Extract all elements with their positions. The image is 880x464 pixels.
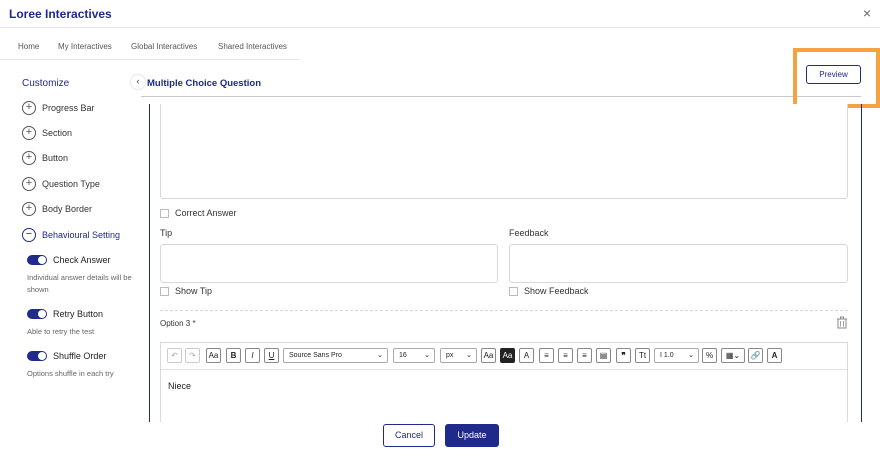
update-button[interactable]: Update	[445, 424, 499, 447]
table-icon[interactable]: ▦⌄	[721, 348, 745, 363]
nav-tabs: Home My Interactives Global Interactives…	[0, 28, 300, 60]
show-tip-label: Show Tip	[175, 286, 213, 296]
bullet-list-icon[interactable]: ≡	[539, 348, 554, 363]
italic-icon[interactable]: I	[245, 348, 260, 363]
toggle-description: Options shuffle in each try	[27, 369, 114, 378]
toggle-label: Retry Button	[53, 309, 104, 319]
correct-answer-row: Correct Answer	[160, 208, 237, 218]
tab-shared-interactives[interactable]: Shared Interactives	[218, 42, 287, 51]
sidebar-item-behavioural-setting[interactable]: − Behavioural Setting	[22, 227, 120, 243]
font-size-value: 16	[399, 352, 407, 359]
unit-value: px	[446, 352, 454, 359]
sidebar-item-label: Question Type	[42, 179, 100, 189]
retry-button-toggle-row: Retry Button	[27, 309, 103, 319]
customize-sidebar: Customize ‹ + Progress Bar + Section + B…	[0, 60, 145, 420]
numbered-list-icon[interactable]: ≡	[558, 348, 573, 363]
preview-button[interactable]: Preview	[806, 65, 861, 84]
show-feedback-checkbox[interactable]	[509, 286, 518, 296]
plus-circle-icon: +	[22, 126, 36, 140]
line-height-value: 1.0	[663, 352, 674, 359]
link-icon[interactable]: 🔗	[748, 348, 763, 363]
highlight-color-icon[interactable]: Aa	[500, 348, 515, 363]
shuffle-order-toggle-row: Shuffle Order	[27, 351, 106, 361]
chevron-down-icon: ⌄	[424, 352, 430, 359]
show-tip-row: Show Tip	[160, 286, 212, 296]
format-painter-icon[interactable]: A	[767, 348, 782, 363]
chevron-down-icon: ⌄	[688, 352, 694, 359]
text-transform-icon[interactable]: Tt	[635, 348, 650, 363]
quote-icon[interactable]: ❞	[616, 348, 631, 363]
option-separator	[160, 310, 848, 311]
close-icon[interactable]: ×	[863, 5, 871, 21]
plus-circle-icon: +	[22, 202, 36, 216]
redo-icon[interactable]: ↷	[185, 348, 200, 363]
font-size-select[interactable]: 16 ⌄	[393, 348, 435, 363]
correct-answer-checkbox[interactable]	[160, 208, 169, 218]
feedback-input[interactable]	[509, 244, 848, 283]
bold-icon[interactable]: B	[226, 348, 241, 363]
tab-global-interactives[interactable]: Global Interactives	[131, 42, 197, 51]
underline-icon[interactable]: U	[264, 348, 279, 363]
block-format-icon[interactable]: ▤	[596, 348, 611, 363]
sidebar-item-section[interactable]: + Section	[22, 125, 72, 141]
font-case-icon[interactable]: Aa	[206, 348, 221, 363]
font-family-select[interactable]: Source Sans Pro ⌄	[283, 348, 388, 363]
unit-select[interactable]: px ⌄	[440, 348, 477, 363]
plus-circle-icon: +	[22, 177, 36, 191]
minus-circle-icon: −	[22, 228, 36, 242]
align-icon[interactable]: ≡	[577, 348, 592, 363]
app-title: Loree Interactives	[9, 7, 112, 21]
tab-home[interactable]: Home	[18, 42, 39, 51]
toggle-label: Shuffle Order	[53, 351, 107, 361]
special-char-icon[interactable]: %	[702, 348, 717, 363]
toggle-description: Able to retry the test	[27, 327, 95, 336]
line-height-select[interactable]: I 1.0 ⌄	[654, 348, 699, 363]
correct-answer-label: Correct Answer	[175, 208, 237, 218]
sidebar-item-progress-bar[interactable]: + Progress Bar	[22, 100, 95, 116]
undo-icon[interactable]: ↶	[167, 348, 182, 363]
editor-toolbar: ↶ ↷ Aa B I U Source Sans Pro ⌄ 16 ⌄ px ⌄ Aa…	[161, 343, 847, 370]
plus-circle-icon: +	[22, 151, 36, 165]
question-text-area[interactable]	[160, 104, 848, 199]
check-answer-toggle-row: Check Answer	[27, 255, 111, 265]
toggle-description: Individual answer details will be shown	[27, 273, 132, 294]
show-tip-checkbox[interactable]	[160, 286, 169, 296]
tip-label: Tip	[160, 228, 173, 238]
clear-format-icon[interactable]: A	[519, 348, 534, 363]
shuffle-order-toggle[interactable]	[27, 351, 47, 361]
check-answer-toggle[interactable]	[27, 255, 47, 265]
show-feedback-row: Show Feedback	[509, 286, 589, 296]
sidebar-item-label: Body Border	[42, 204, 93, 214]
option-editor: ↶ ↷ Aa B I U Source Sans Pro ⌄ 16 ⌄ px ⌄ Aa…	[160, 342, 848, 422]
chevron-down-icon: ⌄	[466, 352, 472, 359]
toggle-label: Check Answer	[53, 255, 111, 265]
sidebar-item-label: Behavioural Setting	[42, 230, 121, 240]
cancel-button[interactable]: Cancel	[383, 424, 435, 447]
retry-button-toggle[interactable]	[27, 309, 47, 319]
sidebar-item-button[interactable]: + Button	[22, 150, 68, 166]
font-family-value: Source Sans Pro	[289, 352, 342, 359]
option-label: Option 3 *	[160, 319, 196, 328]
sidebar-item-question-type[interactable]: + Question Type	[22, 176, 100, 192]
trash-icon[interactable]	[836, 316, 848, 334]
text-color-icon[interactable]: Aa	[481, 348, 496, 363]
feedback-label: Feedback	[509, 228, 549, 238]
plus-circle-icon: +	[22, 101, 36, 115]
title-bar: Loree Interactives ×	[0, 0, 880, 28]
editor-content[interactable]: Niece	[168, 381, 191, 391]
show-feedback-label: Show Feedback	[524, 286, 589, 296]
page-title: Multiple Choice Question	[147, 78, 262, 89]
sidebar-item-label: Progress Bar	[42, 103, 95, 113]
main-header: Multiple Choice Question	[141, 60, 861, 97]
chevron-down-icon: ⌄	[377, 352, 383, 359]
sidebar-item-label: Section	[42, 128, 73, 138]
tab-my-interactives[interactable]: My Interactives	[58, 42, 112, 51]
sidebar-item-label: Button	[42, 153, 69, 163]
customize-title: Customize	[22, 78, 70, 89]
tip-input[interactable]	[160, 244, 498, 283]
sidebar-item-body-border[interactable]: + Body Border	[22, 201, 92, 217]
